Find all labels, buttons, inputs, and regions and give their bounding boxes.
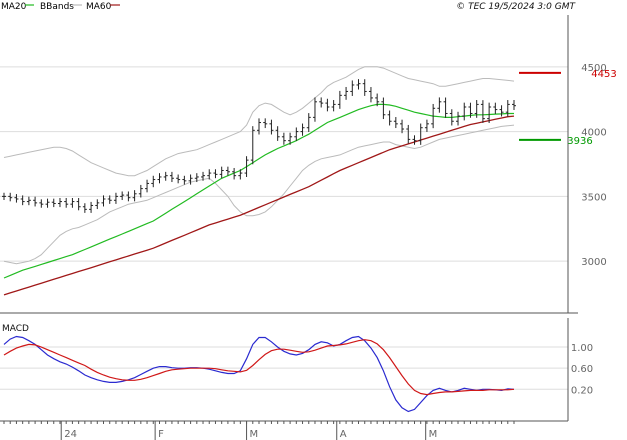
signal-line <box>3 339 515 396</box>
x-tick-label: 24 <box>64 429 77 440</box>
x-tick-label: F <box>158 429 164 440</box>
stock-chart: 300035004000450044533936 MACD0.200.601.0… <box>0 2 617 440</box>
support-label: 3936 <box>567 136 592 147</box>
x-axis: 24 F M A M <box>0 420 568 440</box>
macd-tick-label: 0.20 <box>571 385 593 396</box>
bbands-lower-line <box>3 124 515 265</box>
macd-title: MACD <box>2 324 29 334</box>
resistance-label: 4453 <box>591 69 616 80</box>
x-tick-label: M <box>429 429 438 440</box>
macd-tick-label: 1.00 <box>571 343 593 354</box>
legend-bbands: BBands <box>40 2 74 12</box>
ma60-line <box>3 115 515 296</box>
price-tick-label: 3000 <box>581 257 606 268</box>
macd-panel: MACD 0.20 0.60 1.00 <box>0 318 593 421</box>
macd-tick-label: 0.60 <box>571 364 593 375</box>
chart-header: MA20 BBands MA60 © TEC 19/5/2024 3:0 GMT <box>1 2 577 12</box>
x-tick-label: M <box>250 429 259 440</box>
legend-ma20: MA20 <box>1 2 27 12</box>
legend-ma60: MA60 <box>86 2 112 12</box>
price-tick-label: 3500 <box>581 192 606 203</box>
macd-line <box>3 335 515 413</box>
price-panel: 300035004000450044533936 <box>0 15 617 314</box>
x-tick-label: A <box>340 429 347 440</box>
copyright-text: © TEC 19/5/2024 3:0 GMT <box>456 2 576 12</box>
